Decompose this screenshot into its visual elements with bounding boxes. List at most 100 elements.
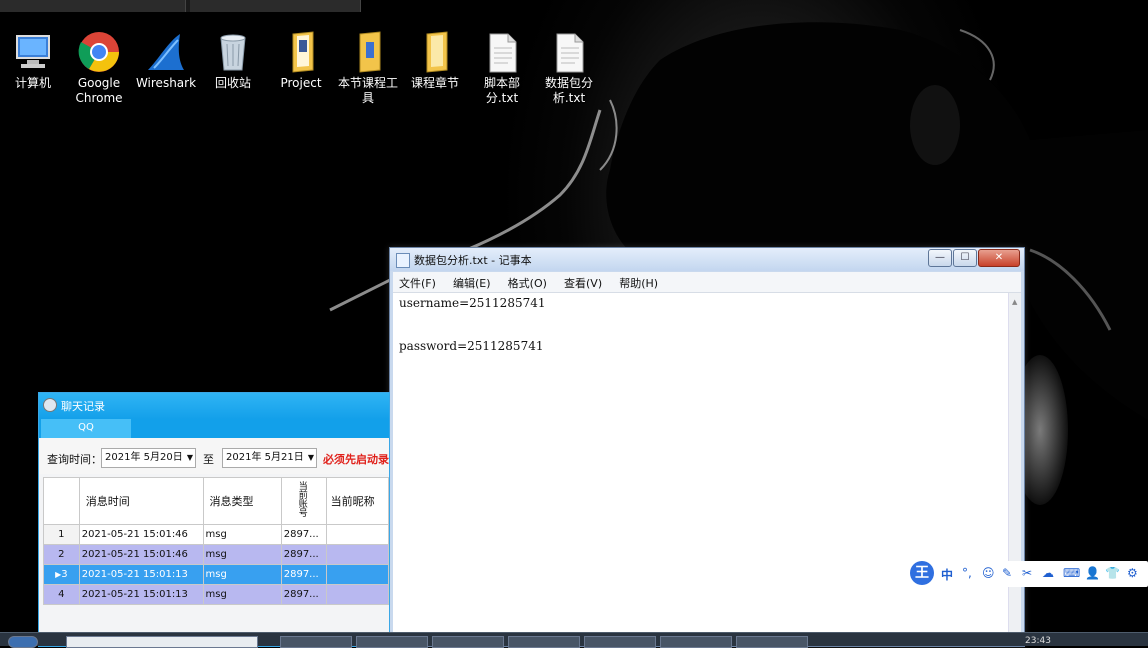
scissors-icon[interactable]: ✂ xyxy=(1022,566,1032,580)
desktop-icon-chapters[interactable]: 课程章节 xyxy=(402,30,468,91)
folder-icon xyxy=(279,30,323,74)
cell-nickname xyxy=(325,524,389,545)
settings-icon[interactable]: ⚙ xyxy=(1127,566,1138,580)
desktop-icon-label: 数据包分析.txt xyxy=(544,76,593,105)
cell-nickname xyxy=(325,544,389,565)
desktop-icon-label: Wireshark xyxy=(135,76,197,90)
folder-icon xyxy=(346,30,390,74)
desktop-icon-packet-txt[interactable]: 数据包分析.txt xyxy=(536,30,602,106)
taskbar-item[interactable] xyxy=(508,636,580,648)
start-button[interactable] xyxy=(8,636,38,648)
desktop-icon-course-tools[interactable]: 本节课程工具 xyxy=(335,30,401,106)
text-file-icon xyxy=(480,30,524,74)
cell-time: 2021-05-21 15:01:46 xyxy=(78,544,204,565)
taskbar-item[interactable] xyxy=(736,636,808,648)
maximize-button[interactable]: ☐ xyxy=(953,249,977,267)
menu-format[interactable]: 格式(O) xyxy=(502,274,553,291)
taskbar: 23:43 xyxy=(0,632,1148,648)
text-line: username=2511285741 xyxy=(399,296,546,310)
notepad-titlebar[interactable]: 数据包分析.txt - 记事本 — ☐ ✕ xyxy=(390,248,1024,271)
cell-time: 2021-05-21 15:01:46 xyxy=(78,524,204,545)
desktop-icon-recycle-bin[interactable]: 回收站 xyxy=(200,30,266,91)
taskbar-search[interactable] xyxy=(66,636,258,648)
column-header-account-text: 当前账号 xyxy=(298,482,308,519)
scroll-up-icon[interactable]: ▲ xyxy=(1012,298,1017,306)
from-date-picker[interactable]: 2021年 5月20日 ▼ xyxy=(101,448,196,468)
vertical-scrollbar[interactable]: ▲ xyxy=(1008,293,1021,646)
cell-account: 2897... xyxy=(280,584,327,605)
cell-nickname xyxy=(325,584,389,605)
user-icon[interactable]: 👤 xyxy=(1085,566,1100,580)
cell-account: 2897... xyxy=(280,564,327,585)
column-header-time[interactable]: 消息时间 xyxy=(78,477,204,525)
cell-account: 2897... xyxy=(280,524,327,545)
column-header-type[interactable]: 消息类型 xyxy=(202,477,282,525)
chat-tabbar: QQ xyxy=(39,419,389,438)
taskbar-item[interactable] xyxy=(432,636,504,648)
taskbar-item[interactable] xyxy=(660,636,732,648)
table-row[interactable]: 4 2021-05-21 15:01:13 msg 2897... xyxy=(43,584,389,605)
menu-file[interactable]: 文件(F) xyxy=(393,274,442,291)
desktop-icon-label: 脚本部分.txt xyxy=(483,76,520,105)
cell-time: 2021-05-21 15:01:13 xyxy=(78,564,204,585)
cell-type: msg xyxy=(202,584,282,605)
minimize-button[interactable]: — xyxy=(928,249,952,267)
notepad-title: 数据包分析.txt - 记事本 xyxy=(414,254,532,267)
chrome-icon xyxy=(77,30,121,74)
from-date-value: 2021年 5月20日 xyxy=(105,452,183,463)
desktop-icon-label: Project xyxy=(280,76,322,90)
wireshark-icon xyxy=(144,30,188,74)
folder-icon xyxy=(413,30,457,74)
taskbar-item[interactable] xyxy=(280,636,352,648)
chat-titlebar[interactable]: 聊天记录 xyxy=(39,393,389,419)
menu-view[interactable]: 查看(V) xyxy=(558,274,608,291)
emoji-icon[interactable]: ☺ xyxy=(982,566,995,580)
cell-time: 2021-05-21 15:01:13 xyxy=(78,584,204,605)
text-line: password=2511285741 xyxy=(399,339,544,353)
desktop-icon-label: 计算机 xyxy=(14,76,51,90)
desktop-icon-wireshark[interactable]: Wireshark xyxy=(133,30,199,91)
taskbar-item[interactable] xyxy=(584,636,656,648)
top-window-strip xyxy=(0,0,361,12)
to-date-picker[interactable]: 2021年 5月21日 ▼ xyxy=(222,448,317,468)
computer-icon xyxy=(11,30,55,74)
ime-mode-button[interactable]: 中 xyxy=(941,566,953,583)
warning-text: 必须先启动录 xyxy=(323,453,389,466)
column-header-account[interactable]: 当前账号 xyxy=(280,477,327,525)
tab-qq[interactable]: QQ xyxy=(41,419,131,438)
chat-records-table: 消息时间 消息类型 当前账号 当前昵称 1 2021-05-21 15:01:4… xyxy=(43,477,389,605)
row-number-header xyxy=(43,477,80,525)
notepad-text-area[interactable]: username=2511285741 password=2511285741 xyxy=(393,293,1009,646)
table-row[interactable]: 1 2021-05-21 15:01:46 msg 2897... xyxy=(43,524,389,545)
skin-icon[interactable]: 👕 xyxy=(1105,566,1120,580)
to-label: 至 xyxy=(203,453,214,466)
menu-help[interactable]: 帮助(H) xyxy=(613,274,664,291)
cloud-icon[interactable]: ☁ xyxy=(1042,566,1054,580)
keyboard-icon[interactable]: ⌨ xyxy=(1063,566,1080,580)
cell-type: msg xyxy=(202,524,282,545)
punctuation-icon[interactable]: °, xyxy=(962,566,972,580)
ime-logo[interactable]: 王 xyxy=(910,561,934,585)
ime-toolbar[interactable]: 王 中 °, ☺ ✎ ✂ ☁ ⌨ 👤 👕 ⚙ xyxy=(908,561,1148,587)
close-button[interactable]: ✕ xyxy=(978,249,1020,267)
row-number-text: 3 xyxy=(61,569,68,580)
column-header-nickname[interactable]: 当前昵称 xyxy=(325,477,389,525)
app-icon xyxy=(43,398,57,412)
notepad-menubar: 文件(F) 编辑(E) 格式(O) 查看(V) 帮助(H) xyxy=(393,272,1021,293)
notepad-window[interactable]: 数据包分析.txt - 记事本 — ☐ ✕ 文件(F) 编辑(E) 格式(O) … xyxy=(389,247,1025,647)
desktop-icon-chrome[interactable]: Google Chrome xyxy=(66,30,132,106)
text-file-icon xyxy=(547,30,591,74)
menu-edit[interactable]: 编辑(E) xyxy=(447,274,497,291)
pen-icon[interactable]: ✎ xyxy=(1002,566,1012,580)
desktop-icon-project[interactable]: Project xyxy=(268,30,334,91)
table-row[interactable]: 2 2021-05-21 15:01:46 msg 2897... xyxy=(43,544,389,565)
desktop-icon-computer[interactable]: 计算机 xyxy=(0,30,66,91)
cell-nickname xyxy=(325,564,389,585)
cell-type: msg xyxy=(202,564,282,585)
desktop: 计算机 Google Chrome Wireshark 回收站 Project … xyxy=(0,0,1148,648)
chevron-down-icon: ▼ xyxy=(307,453,314,462)
chat-records-window[interactable]: 聊天记录 QQ 查询时间： 2021年 5月20日 ▼ 至 2021年 5月21… xyxy=(38,392,390,647)
taskbar-item[interactable] xyxy=(356,636,428,648)
table-row-selected[interactable]: ▶3 2021-05-21 15:01:13 msg 2897... xyxy=(43,564,389,585)
desktop-icon-script-txt[interactable]: 脚本部分.txt xyxy=(469,30,535,106)
